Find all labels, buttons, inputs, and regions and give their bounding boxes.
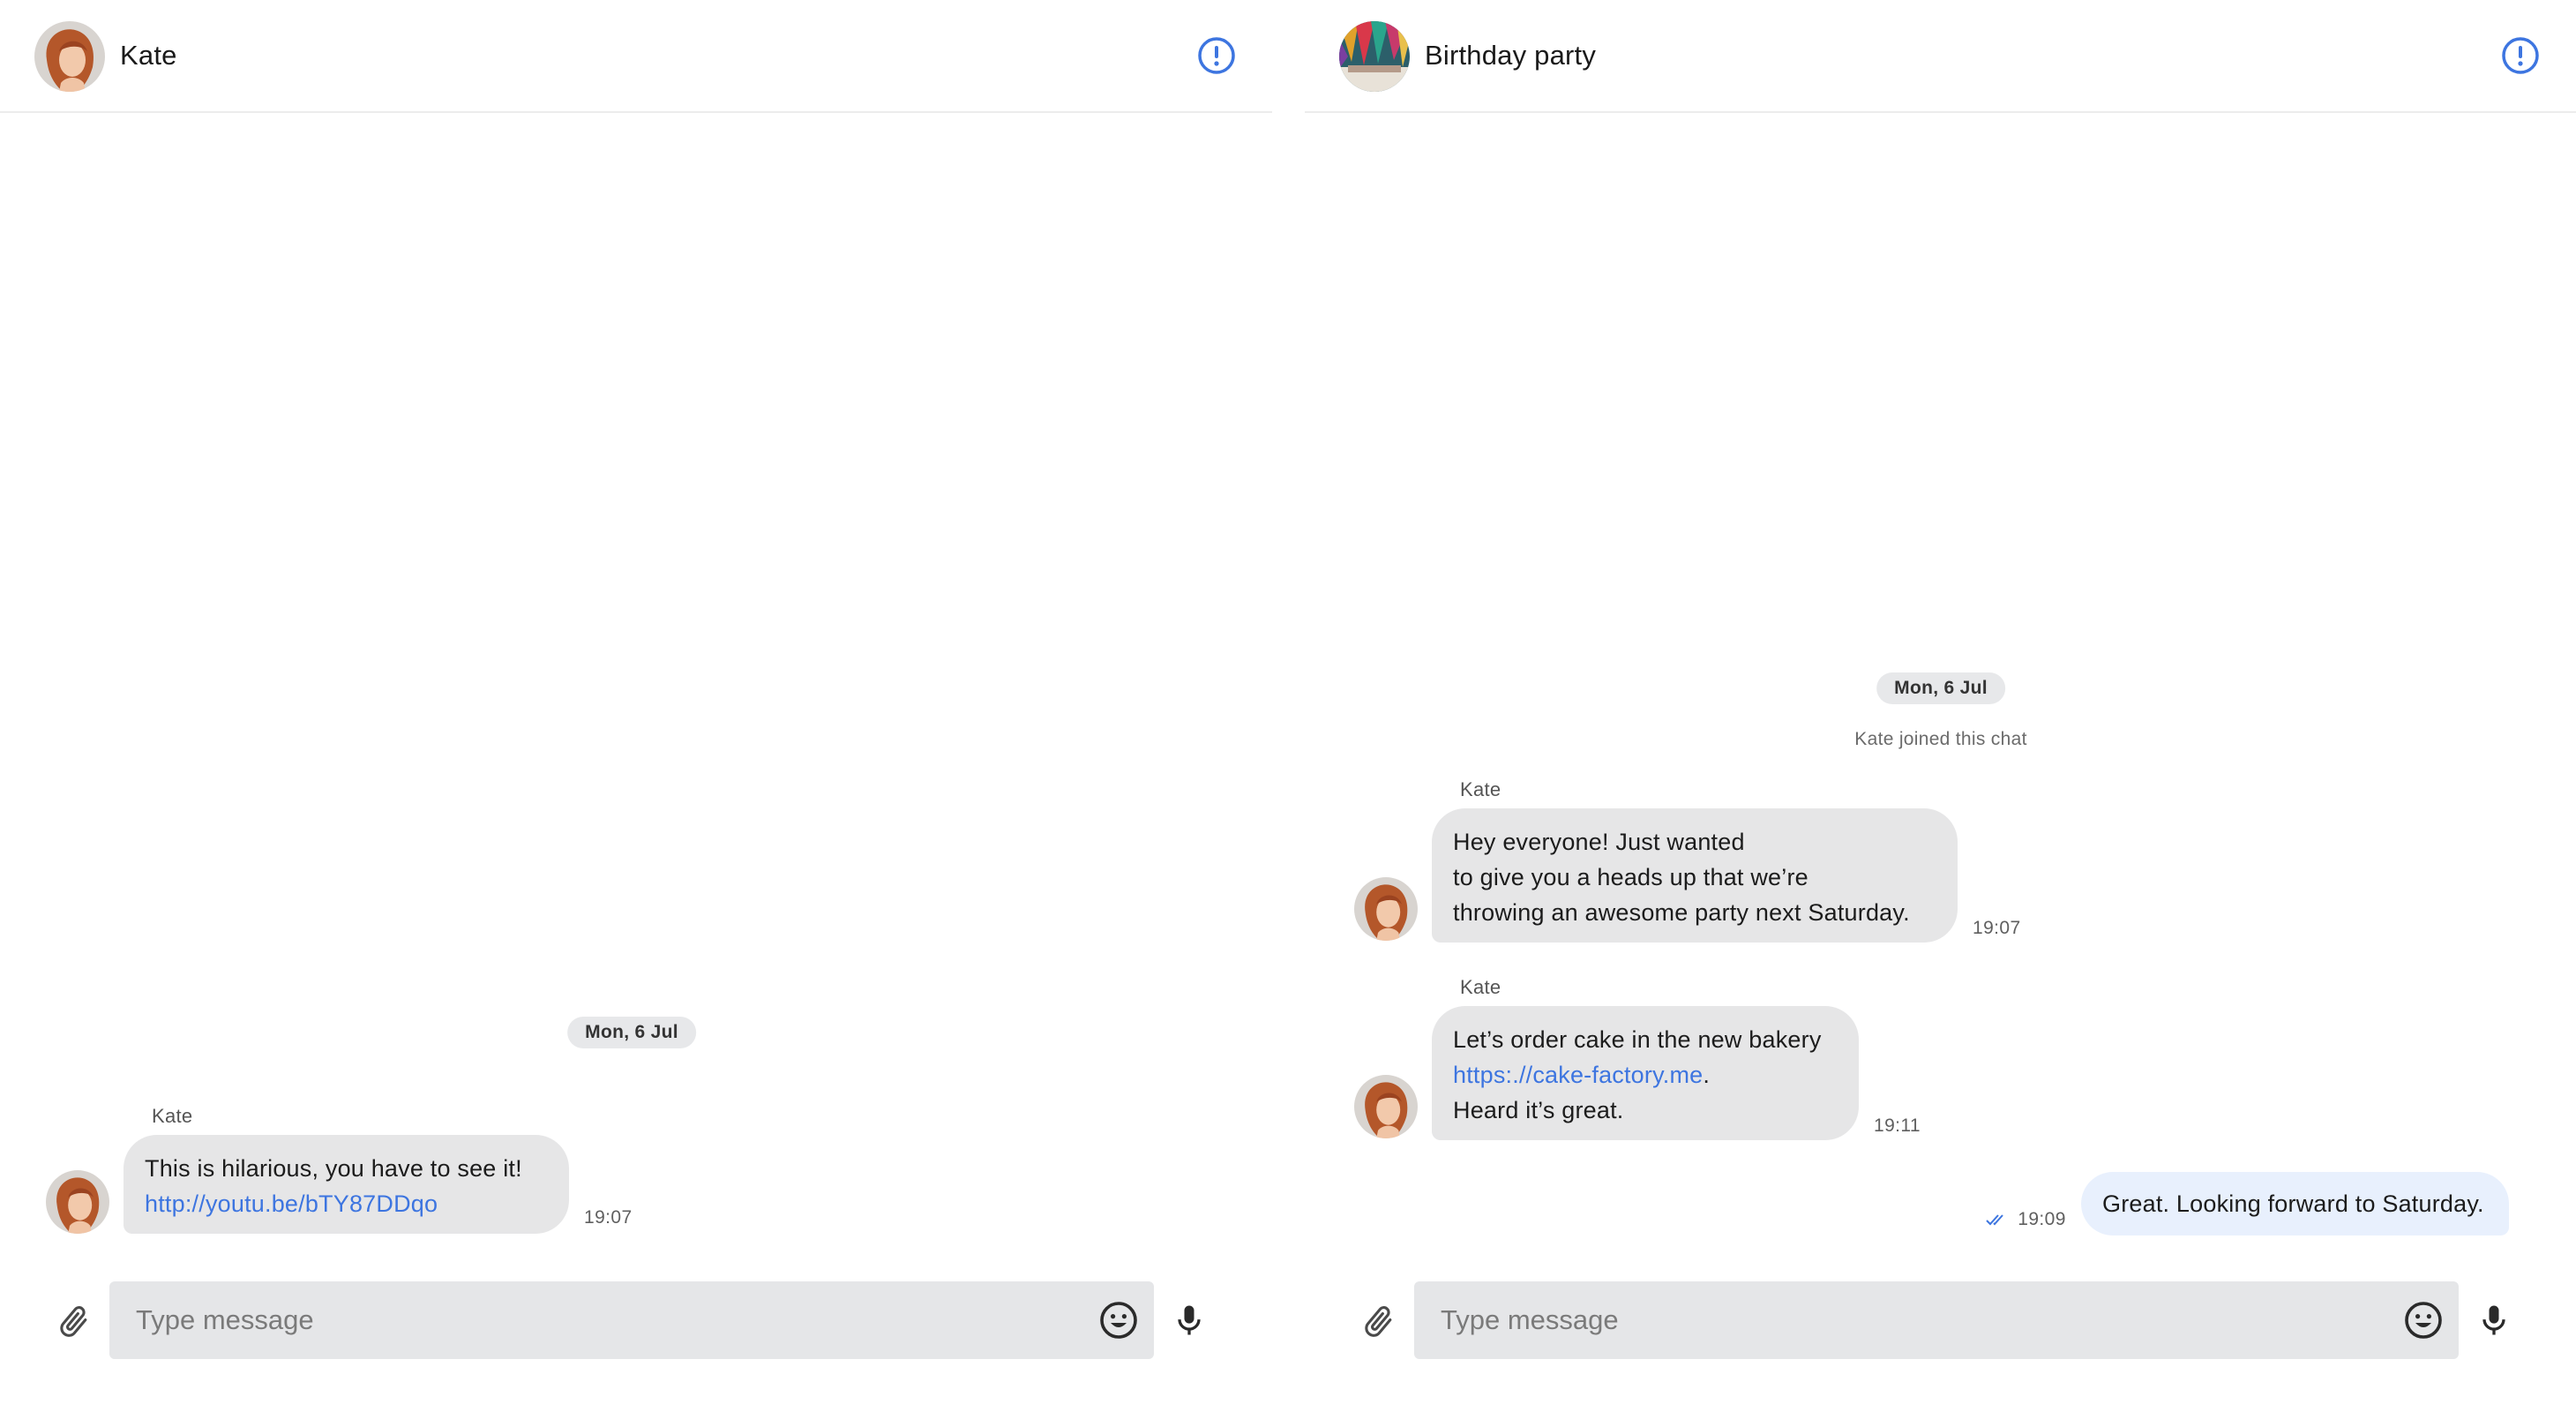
message-bubble: Hey everyone! Just wanted to give you a … <box>1432 808 1958 943</box>
message-text-line: Let’s order cake in the new bakery <box>1453 1026 1822 1053</box>
outgoing-time-text: 19:09 <box>2018 1209 2066 1229</box>
message-text-line: Hey everyone! Just wanted <box>1453 829 1745 855</box>
microphone-icon[interactable] <box>1170 1301 1209 1340</box>
message-bubble: Let’s order cake in the new bakery https… <box>1432 1006 1859 1140</box>
message-input-field[interactable] <box>1414 1281 2459 1359</box>
paperclip-icon[interactable] <box>1359 1303 1398 1341</box>
date-separator: Mon, 6 Jul <box>1876 672 2005 704</box>
message-sender: Kate <box>1460 778 1501 800</box>
outgoing-message-bubble: Great. Looking forward to Saturday. <box>2081 1172 2509 1236</box>
date-separator: Mon, 6 Jul <box>567 1017 696 1048</box>
message-sender: Kate <box>1460 976 1501 998</box>
avatar[interactable] <box>1354 877 1418 941</box>
chat-header: Kate <box>0 0 1272 113</box>
info-circle-icon[interactable] <box>2500 35 2541 76</box>
group-avatar[interactable] <box>1339 21 1410 92</box>
chat-pane-birthday-party: Birthday party Mon, 6 Jul Kate joined th… <box>1305 0 2576 1412</box>
message-link[interactable]: http://youtu.be/bTY87DDqo <box>145 1186 548 1221</box>
paperclip-icon[interactable] <box>55 1303 94 1341</box>
avatar[interactable] <box>34 21 105 92</box>
message-time-outgoing: 19:09 <box>1986 1209 2066 1230</box>
message-composer <box>1305 1281 2576 1359</box>
message-text-line: to give you a heads up that we’re <box>1453 864 1808 890</box>
message-composer <box>0 1281 1272 1359</box>
link-suffix: . <box>1703 1062 1711 1088</box>
message-time: 19:11 <box>1874 1115 1921 1136</box>
message-text: Great. Looking forward to Saturday. <box>2102 1190 2484 1217</box>
message-bubble: This is hilarious, you have to see it! h… <box>124 1135 569 1234</box>
chat-title: Birthday party <box>1425 40 1597 71</box>
message-input-field[interactable] <box>109 1281 1154 1359</box>
message-time: 19:07 <box>584 1207 633 1228</box>
avatar[interactable] <box>1354 1075 1418 1138</box>
info-circle-icon[interactable] <box>1196 35 1237 76</box>
message-text-line: throwing an awesome party next Saturday. <box>1453 899 1910 926</box>
message-input[interactable] <box>136 1281 1075 1359</box>
message-text: This is hilarious, you have to see it! <box>145 1155 522 1182</box>
message-time: 19:07 <box>1973 918 2021 938</box>
double-check-icon <box>1986 1209 2014 1229</box>
emoji-icon[interactable] <box>2402 1299 2445 1341</box>
emoji-icon[interactable] <box>1097 1299 1140 1341</box>
message-input[interactable] <box>1441 1281 2379 1359</box>
system-message: Kate joined this chat <box>1854 729 2027 749</box>
message-sender: Kate <box>152 1105 193 1127</box>
chat-title: Kate <box>120 40 177 71</box>
message-link[interactable]: https:.//cake-factory.me <box>1453 1062 1703 1088</box>
message-text-line: Heard it’s great. <box>1453 1097 1624 1123</box>
microphone-icon[interactable] <box>2475 1301 2513 1340</box>
avatar[interactable] <box>46 1170 109 1234</box>
chat-header: Birthday party <box>1305 0 2576 113</box>
chat-pane-kate: Kate Mon, 6 Jul Kate This is hilarious, … <box>0 0 1272 1412</box>
